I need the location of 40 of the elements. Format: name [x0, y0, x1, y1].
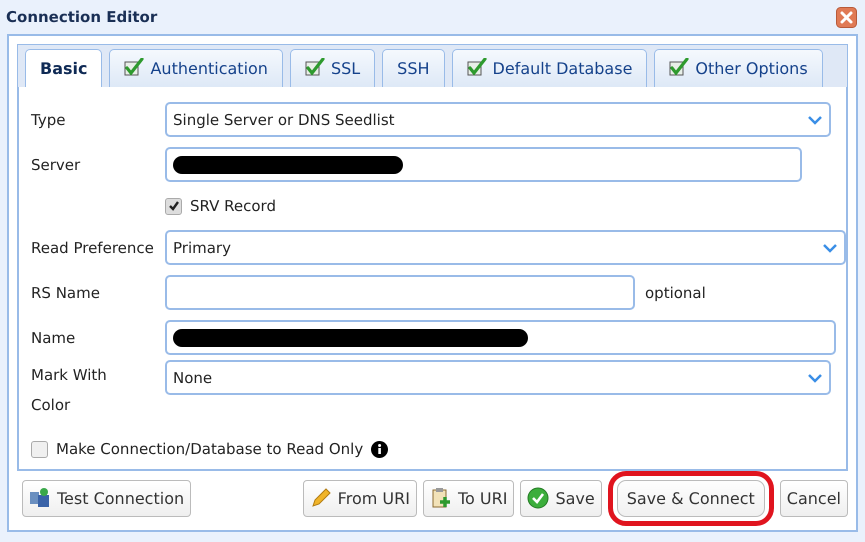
checkbox[interactable]: Make Connection/Database to Read Only	[31, 440, 364, 458]
close-icon[interactable]	[836, 6, 857, 28]
info-icon[interactable]	[371, 440, 388, 458]
button[interactable]: Cancel	[780, 480, 848, 516]
dropdown[interactable]: Single Server or DNS Seedlist	[165, 102, 831, 137]
field-label: Mark With Color	[31, 365, 108, 416]
tab[interactable]: SSL	[290, 49, 376, 87]
checkbox-square[interactable]	[31, 440, 48, 458]
button[interactable]: Save	[520, 480, 602, 516]
field-label: Server	[31, 154, 82, 176]
field-label: Type	[31, 110, 66, 130]
button[interactable]: From URI	[302, 480, 417, 516]
tab[interactable]: Authentication	[109, 49, 283, 87]
field-label: Name	[31, 328, 76, 348]
checkbox-tick-icon	[124, 58, 144, 76]
tab[interactable]: Default Database	[452, 49, 648, 87]
computers-icon	[29, 487, 51, 509]
checkbox-tick-icon	[669, 58, 690, 76]
check-circle-icon	[527, 487, 550, 509]
pencil-icon	[310, 487, 332, 509]
button[interactable]: To URI	[422, 480, 514, 516]
window-title: Connection Editor	[6, 8, 158, 26]
tab[interactable]: Other Options	[654, 49, 823, 87]
chevron-down-icon	[807, 372, 823, 382]
dropdown[interactable]: None	[165, 360, 831, 395]
checkbox-tick-icon	[466, 58, 487, 76]
tab[interactable]: SSH	[382, 49, 445, 87]
chevron-down-icon	[807, 114, 823, 124]
clipboard-plus-icon	[430, 487, 452, 509]
field-label: Read Preference	[31, 238, 155, 258]
checkbox-square[interactable]	[165, 198, 182, 214]
dropdown[interactable]: Primary	[165, 230, 846, 265]
checkbox-tick-icon	[304, 58, 325, 76]
chevron-down-icon	[822, 242, 838, 252]
hint-text: optional	[645, 284, 706, 302]
button[interactable]: Test Connection	[22, 480, 192, 516]
field-label: RS Name	[31, 282, 101, 304]
button[interactable]: Save & Connect	[608, 470, 774, 526]
tab[interactable]: Basic	[25, 49, 102, 87]
checkbox[interactable]: SRV Record	[165, 197, 276, 215]
